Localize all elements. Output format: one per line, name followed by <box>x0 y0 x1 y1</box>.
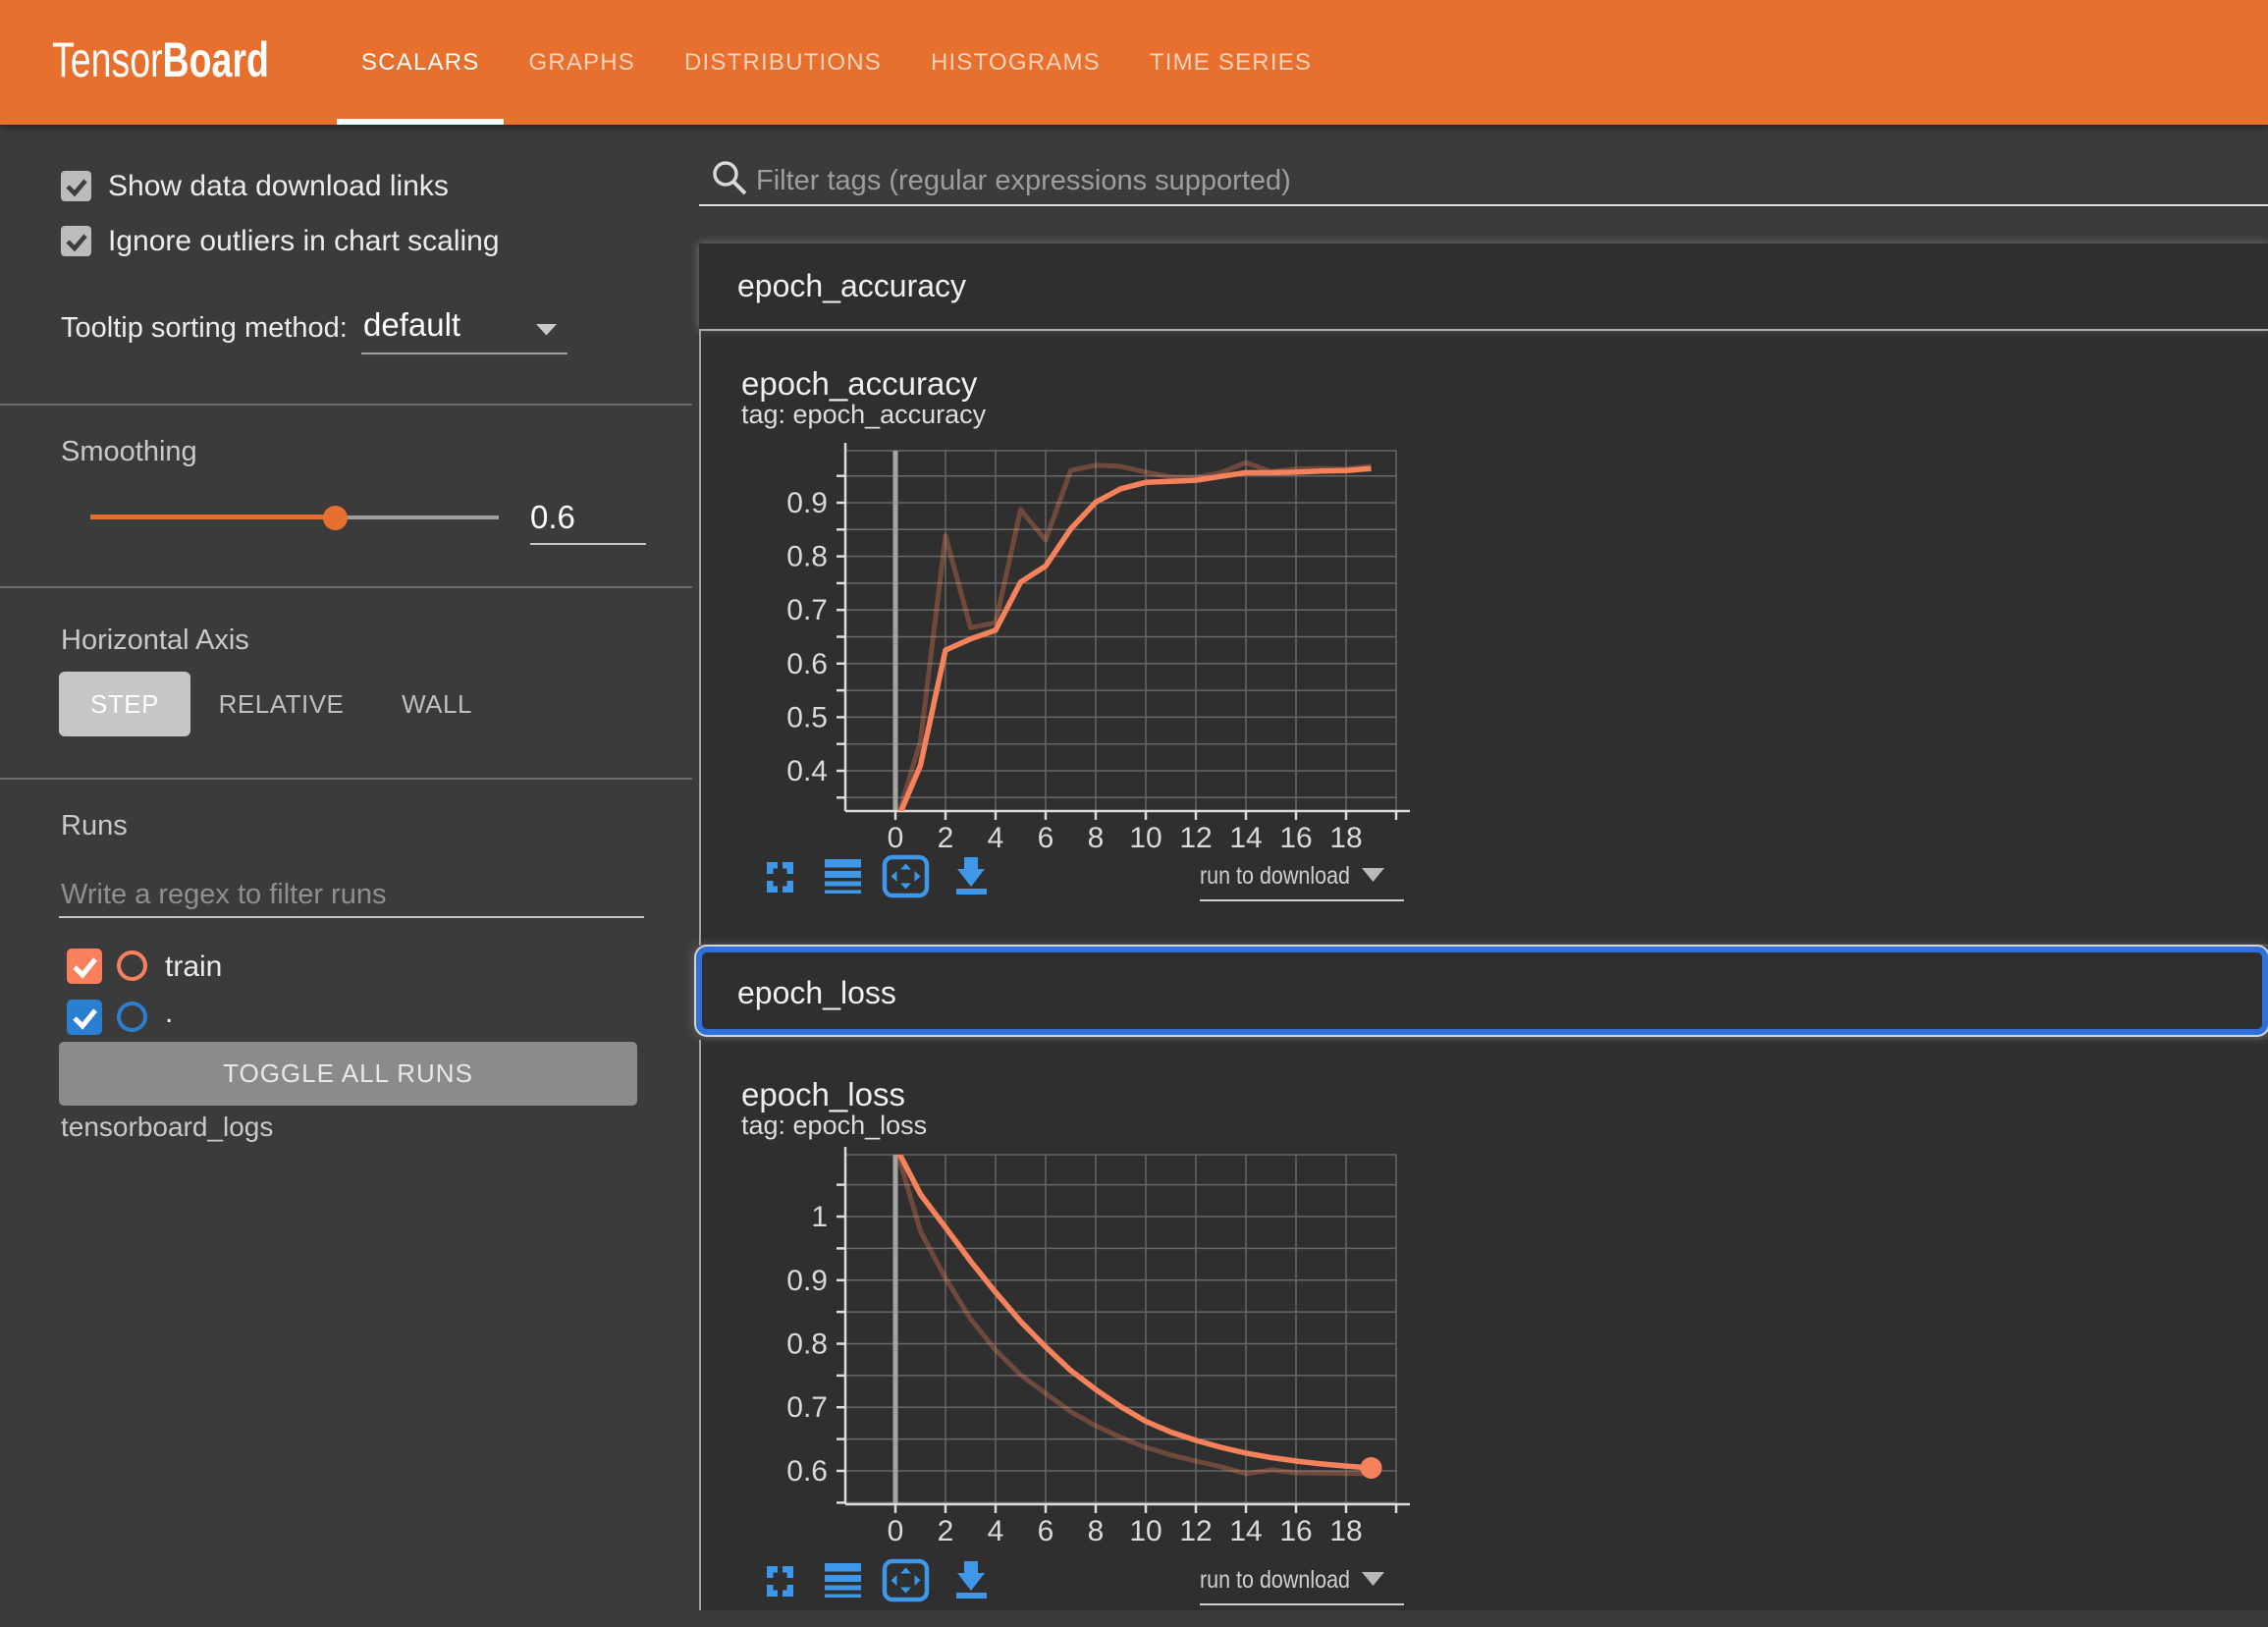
svg-text:0.5: 0.5 <box>786 701 828 733</box>
svg-text:0.7: 0.7 <box>786 1391 828 1424</box>
svg-text:4: 4 <box>988 1515 1004 1547</box>
svg-text:0: 0 <box>888 1515 904 1547</box>
svg-text:0: 0 <box>888 822 904 854</box>
svg-text:18: 18 <box>1329 822 1362 854</box>
svg-text:0.6: 0.6 <box>786 648 828 680</box>
svg-text:10: 10 <box>1129 1515 1161 1547</box>
svg-text:8: 8 <box>1088 1515 1105 1547</box>
svg-text:14: 14 <box>1229 822 1262 854</box>
svg-text:12: 12 <box>1179 1515 1212 1547</box>
svg-text:0.9: 0.9 <box>786 487 828 519</box>
svg-text:0.4: 0.4 <box>786 755 828 787</box>
svg-text:0.8: 0.8 <box>786 1329 828 1361</box>
svg-text:18: 18 <box>1329 1515 1362 1547</box>
svg-text:16: 16 <box>1279 1515 1312 1547</box>
svg-text:6: 6 <box>1038 822 1054 854</box>
svg-text:6: 6 <box>1038 1515 1054 1547</box>
svg-text:0.9: 0.9 <box>786 1265 828 1297</box>
svg-text:4: 4 <box>988 822 1004 854</box>
svg-text:12: 12 <box>1179 822 1212 854</box>
svg-text:16: 16 <box>1279 822 1312 854</box>
svg-text:run to download: run to download <box>1200 1566 1350 1594</box>
svg-text:10: 10 <box>1129 822 1161 854</box>
svg-text:0.8: 0.8 <box>786 541 828 573</box>
svg-text:14: 14 <box>1229 1515 1262 1547</box>
svg-text:2: 2 <box>938 1515 954 1547</box>
svg-text:8: 8 <box>1088 822 1105 854</box>
svg-text:1: 1 <box>811 1201 828 1233</box>
svg-text:0.7: 0.7 <box>786 594 828 626</box>
svg-text:0.6: 0.6 <box>786 1455 828 1488</box>
svg-text:run to download: run to download <box>1200 862 1350 890</box>
svg-text:2: 2 <box>938 822 954 854</box>
